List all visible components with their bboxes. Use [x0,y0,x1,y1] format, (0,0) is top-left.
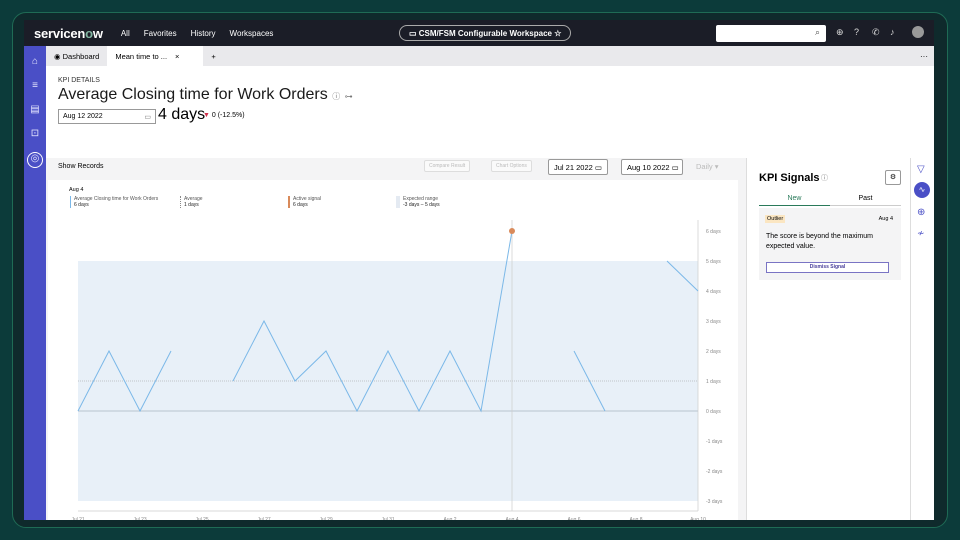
y-tick-label: -3 days [706,499,723,505]
tab-label: Mean time to ... [115,51,168,61]
calendar-icon[interactable]: ▤ [24,104,46,118]
search-input[interactable]: ⌕ [716,25,826,42]
show-records-button[interactable]: Show Records [58,163,104,170]
chart-options-button[interactable]: Chart Options [491,160,532,172]
calendar-icon: ▭ [409,28,419,38]
calendar-icon: ▭ [144,114,151,121]
phone-icon[interactable]: ✆ [872,27,880,38]
title-text: Average Closing time for Work Orders [58,86,328,103]
servicenow-logo[interactable]: servicenow [34,26,103,41]
y-tick-label: 4 days [706,289,721,295]
tab-past[interactable]: Past [830,195,901,206]
signal-card[interactable]: Outlier Aug 4 The score is beyond the ma… [759,208,901,280]
left-sidebar: ⌂ ≡ ▤ ⊡ ◎ [24,46,46,520]
signals-title: KPI Signals [759,172,820,184]
y-tick-label: 5 days [706,259,721,265]
right-toolbar: ▽ ∿ ⊕ ≁ [910,158,934,520]
x-tick-label: Jul 29 [319,517,333,520]
y-tick-label: 6 days [706,229,721,235]
globe-icon[interactable]: ⊕ [836,27,844,38]
workspace-pill[interactable]: ▭ CSM/FSM Configurable Workspace ☆ [399,25,572,41]
line-chart: 6 days 5 days 4 days 3 days 2 days 1 days 0 da… [71,220,723,520]
filter-icon[interactable]: ▽ [917,164,925,175]
star-icon[interactable]: ☆ [552,29,561,38]
range-icon[interactable]: ≁ [917,228,925,239]
page-title: Average Closing time for Work Orders ⓘ ⊶ [58,86,353,104]
chart-panel: Show Records Compare Result Chart Option… [46,158,746,520]
settings-button[interactable]: ⚙ [885,170,901,185]
date-value: Aug 12 2022 [63,113,103,120]
y-tick-label: -2 days [706,469,723,475]
home-icon[interactable]: ⌂ [24,56,46,70]
tab-bar: ◉ Dashboard Mean time to ... × + ··· [46,46,934,66]
x-tick-label: Jul 25 [195,517,209,520]
signal-date: Aug 4 [878,216,893,222]
dashboard-icon[interactable]: ◎ [27,152,43,168]
date-input[interactable]: Aug 12 2022 ▭ [58,109,156,124]
gear-icon: ⚙ [889,174,897,181]
chart-area: Aug 4 Average Closing time for Work Orde… [48,180,738,520]
dashboard-icon: ◉ [54,51,63,61]
more-icon[interactable]: ··· [920,52,928,61]
target-icon[interactable]: ⊕ [917,207,925,218]
nav-history[interactable]: History [191,29,216,38]
info-icon[interactable]: ⓘ [332,92,340,101]
kpi-signals-panel: KPI Signals ⓘ ⚙ New Past Outlier Aug 4 T… [746,158,910,520]
help-icon[interactable]: ? [854,27,859,37]
list-icon[interactable]: ≡ [24,80,46,94]
start-date: Jul 21 2022 [554,163,593,172]
y-tick-label: 3 days [706,319,721,325]
signal-text: The score is beyond the maximum expected… [766,233,873,250]
inbox-icon[interactable]: ⊡ [24,128,46,142]
outlier-badge: Outlier [765,215,786,223]
new-tab-button[interactable]: + [203,46,223,66]
down-arrow-icon: ▼ [203,112,212,119]
dismiss-signal-button[interactable]: Dismiss Signal [766,262,889,273]
x-tick-label: Aug 4 [505,517,518,520]
x-tick-label: Jul 21 [71,517,85,520]
end-date-input[interactable]: Aug 10 2022 ▭ [621,159,683,175]
y-tick-label: 2 days [706,349,721,355]
x-tick-label: Jul 23 [133,517,147,520]
nav-workspaces[interactable]: Workspaces [230,29,274,38]
delta-text: 0 (-12.5%) [211,112,245,119]
main-content: KPI DETAILS Average Closing time for Wor… [46,66,934,520]
active-signal-point [509,228,515,234]
x-tick-label: Aug 8 [629,517,642,520]
kpi-delta: ▼ 0 (-12.5%) [203,112,245,119]
signals-icon[interactable]: ∿ [914,182,930,198]
hierarchy-icon[interactable]: ⊶ [345,92,353,101]
tab-label: Dashboard [62,51,100,61]
y-tick-label: -1 days [706,439,723,445]
close-icon[interactable]: × [175,52,179,61]
avatar[interactable] [912,26,924,38]
x-tick-label: Jul 27 [257,517,271,520]
app-window: servicenow All Favorites History Workspa… [24,20,934,520]
compare-result-button[interactable]: Compare Result [424,160,471,172]
tab-new[interactable]: New [759,195,830,206]
workspace-label: CSM/FSM Configurable Workspace [418,28,552,38]
bell-icon[interactable]: ♪ [890,27,895,37]
period-value: Daily [696,162,713,171]
kpi-value: 4 days [158,106,206,123]
y-tick-label: 1 days [706,379,721,385]
period-select[interactable]: Daily ▾ [696,162,719,171]
x-tick-label: Aug 10 [690,517,706,520]
nav-all[interactable]: All [121,29,130,38]
tab-dashboard[interactable]: ◉ Dashboard [46,46,107,66]
x-tick-label: Aug 6 [567,517,580,520]
x-tick-label: Aug 2 [443,517,456,520]
y-tick-label: 0 days [706,409,721,415]
info-icon[interactable]: ⓘ [821,173,828,183]
section-label: KPI DETAILS [58,77,100,84]
search-icon: ⌕ [814,27,820,37]
start-date-input[interactable]: Jul 21 2022 ▭ [548,159,608,175]
tab-mean-time[interactable]: Mean time to ... × [107,46,204,66]
end-date: Aug 10 2022 [627,163,670,172]
nav-favorites[interactable]: Favorites [144,29,177,38]
top-nav: servicenow All Favorites History Workspa… [24,20,934,46]
x-tick-label: Jul 31 [381,517,395,520]
